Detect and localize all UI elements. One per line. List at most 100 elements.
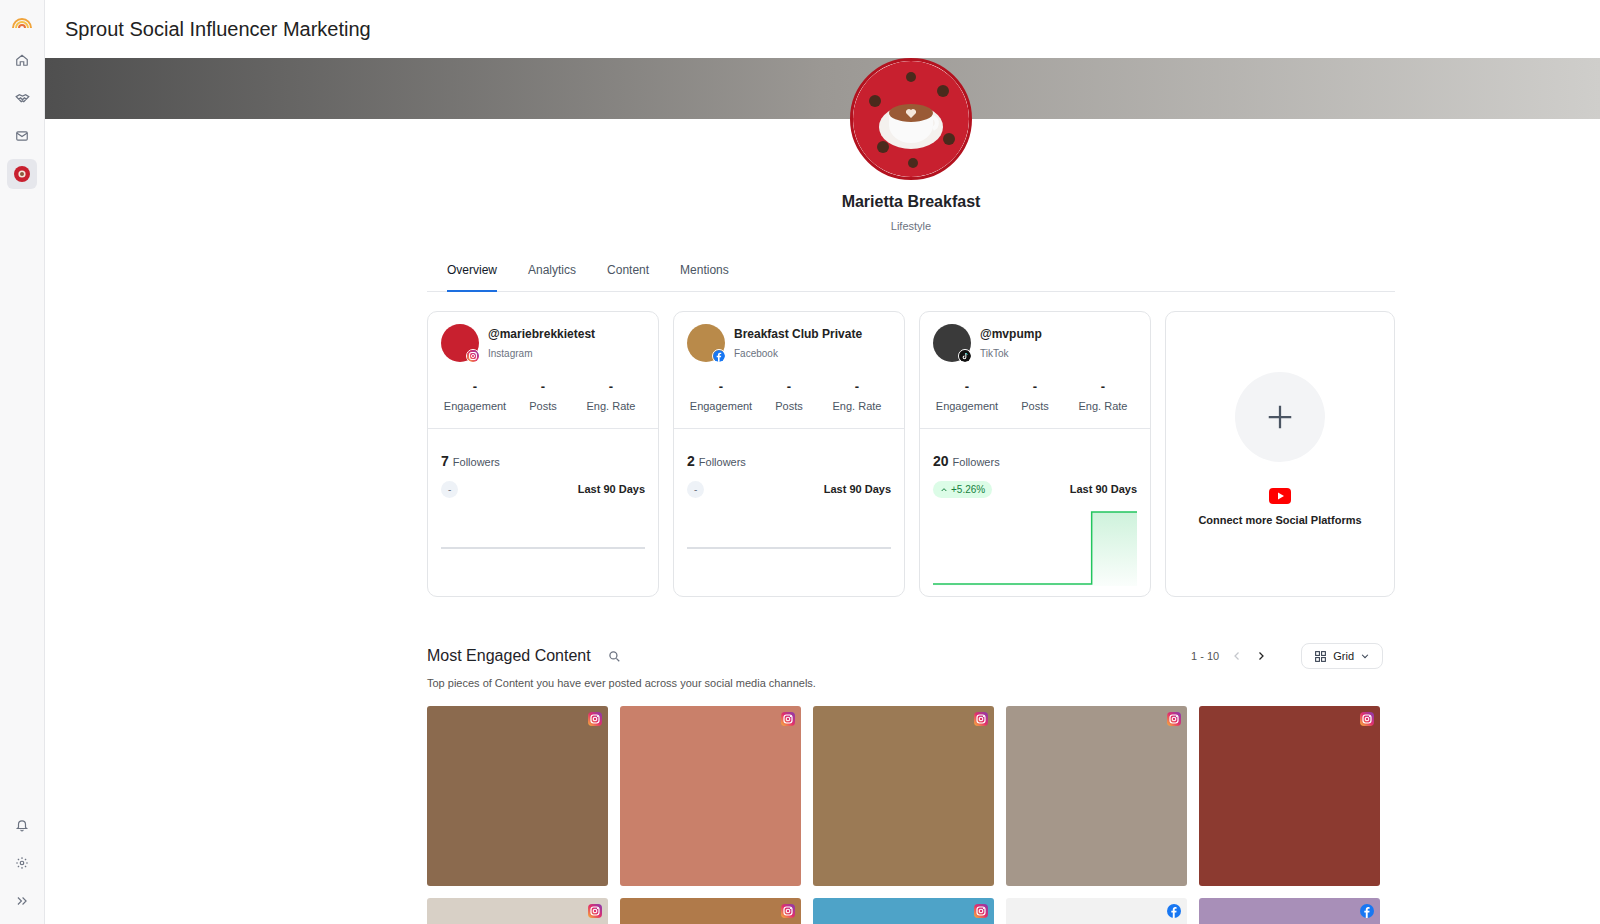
account-followers: 20Followers +5.26% Last 90 Days [920, 429, 1150, 596]
account-card-summary: Breakfast Club PrivateFacebook-Engagemen… [674, 312, 904, 430]
stat-label: Engagement [936, 398, 998, 415]
account-card[interactable]: Breakfast Club PrivateFacebook-Engagemen… [673, 311, 905, 598]
content-tile[interactable] [427, 898, 608, 924]
instagram-icon [781, 904, 795, 918]
instagram-icon [781, 712, 795, 726]
tiktok-icon [958, 349, 972, 363]
followers-chart [933, 510, 1137, 586]
search-icon[interactable] [607, 649, 621, 663]
stat: -Eng. Rate [577, 379, 645, 415]
sidebar-item[interactable] [7, 45, 37, 75]
plus-icon[interactable] [1235, 372, 1325, 462]
account-stats: -Engagement-Posts-Eng. Rate [933, 379, 1137, 415]
tab[interactable]: Content [607, 261, 649, 292]
chevron-right-icon[interactable] [1255, 650, 1267, 662]
followers-label: Followers [953, 454, 1000, 471]
followers-count: 7 [441, 451, 449, 472]
change-row: +5.26% Last 90 Days [933, 481, 1137, 498]
content-tile[interactable] [813, 706, 994, 886]
profile-avatar [850, 58, 972, 180]
home-icon [15, 53, 29, 67]
account-card[interactable]: @mvpumpTikTok-Engagement-Posts-Eng. Rate… [919, 311, 1151, 598]
account-avatar [441, 324, 479, 362]
content-tile[interactable] [1199, 898, 1380, 924]
sidebar-item[interactable] [7, 121, 37, 151]
gear-icon[interactable] [7, 848, 37, 878]
followers-count: 2 [687, 451, 695, 472]
stat-value: - [1033, 379, 1037, 395]
change-badge: +5.26% [933, 481, 992, 498]
grid-icon [1314, 650, 1327, 663]
stat-label: Eng. Rate [833, 398, 882, 415]
account-title: Breakfast Club PrivateFacebook [734, 325, 862, 361]
content-tile[interactable] [1199, 706, 1380, 886]
stat: -Posts [1001, 379, 1069, 415]
period-label: Last 90 Days [1070, 481, 1137, 498]
bell-icon[interactable] [7, 810, 37, 840]
tab[interactable]: Overview [447, 261, 497, 292]
change-value: - [694, 482, 697, 497]
content-header: Most Engaged Content1 - 10Grid [427, 643, 1395, 669]
content-tile[interactable] [1006, 706, 1187, 886]
followers-row: 2Followers [687, 451, 891, 472]
tab-label: Overview [447, 263, 497, 277]
brand-logo-icon[interactable] [7, 7, 37, 37]
change-badge: - [687, 481, 704, 498]
stat-value: - [1101, 379, 1105, 395]
stat-label: Posts [775, 398, 803, 415]
main-area: Sprout Social Influencer Marketing Marie… [45, 0, 1600, 924]
change-badge: - [441, 481, 458, 498]
handshake-icon [15, 91, 30, 106]
instagram-icon [588, 904, 602, 918]
profile-category: Lifestyle [427, 218, 1395, 235]
account-followers: 7Followers-Last 90 Days [428, 429, 658, 596]
tab-label: Mentions [680, 263, 729, 277]
account-title: @mariebrekkietestInstagram [488, 325, 595, 361]
profile-name: Marietta Breakfast [427, 190, 1395, 214]
account-card[interactable]: @mariebrekkietestInstagram-Engagement-Po… [427, 311, 659, 598]
facebook-icon [1167, 904, 1181, 918]
content-tile[interactable] [620, 898, 801, 924]
account-handle[interactable]: Breakfast Club Private [734, 325, 862, 343]
chart-area [933, 512, 1137, 586]
stat-value: - [965, 379, 969, 395]
content-tile[interactable] [620, 706, 801, 886]
connect-card[interactable]: Connect more Social Platforms [1165, 311, 1395, 598]
chevron-left-icon[interactable] [1231, 650, 1243, 662]
expand-icon[interactable] [7, 886, 37, 916]
account-handle[interactable]: @mariebrekkietest [488, 325, 595, 343]
followers-row: 7Followers [441, 451, 645, 472]
account-avatar [687, 324, 725, 362]
content-grid [427, 706, 1395, 924]
account-header: Breakfast Club PrivateFacebook [687, 324, 891, 362]
connect-label[interactable]: Connect more Social Platforms [1198, 512, 1361, 529]
instagram-icon [974, 712, 988, 726]
followers-count: 20 [933, 451, 949, 472]
stat: -Eng. Rate [823, 379, 891, 415]
content-tile[interactable] [1006, 898, 1187, 924]
sidebar-item[interactable] [7, 159, 37, 189]
followers-chart [687, 510, 891, 586]
followers-chart [441, 510, 645, 586]
tab-label: Content [607, 263, 649, 277]
facebook-icon [712, 349, 726, 363]
content-tile[interactable] [427, 706, 608, 886]
tab[interactable]: Analytics [528, 261, 576, 292]
chart-line [687, 547, 891, 549]
view-dropdown[interactable]: Grid [1301, 643, 1383, 669]
followers-row: 20Followers [933, 451, 1137, 472]
content-tile[interactable] [813, 898, 994, 924]
account-handle[interactable]: @mvpump [980, 325, 1042, 343]
chart-line [933, 512, 1137, 584]
chevron-down-icon [1360, 651, 1370, 661]
instagram-icon [1360, 712, 1374, 726]
account-header: @mvpumpTikTok [933, 324, 1137, 362]
stat-value: - [609, 379, 613, 395]
account-card-summary: @mvpumpTikTok-Engagement-Posts-Eng. Rate [920, 312, 1150, 430]
change-row: - Last 90 Days [687, 481, 891, 498]
tab[interactable]: Mentions [680, 261, 729, 292]
instagram-icon [974, 904, 988, 918]
period-label: Last 90 Days [824, 481, 891, 498]
sidebar-item[interactable] [7, 83, 37, 113]
followers-label: Followers [699, 454, 746, 471]
